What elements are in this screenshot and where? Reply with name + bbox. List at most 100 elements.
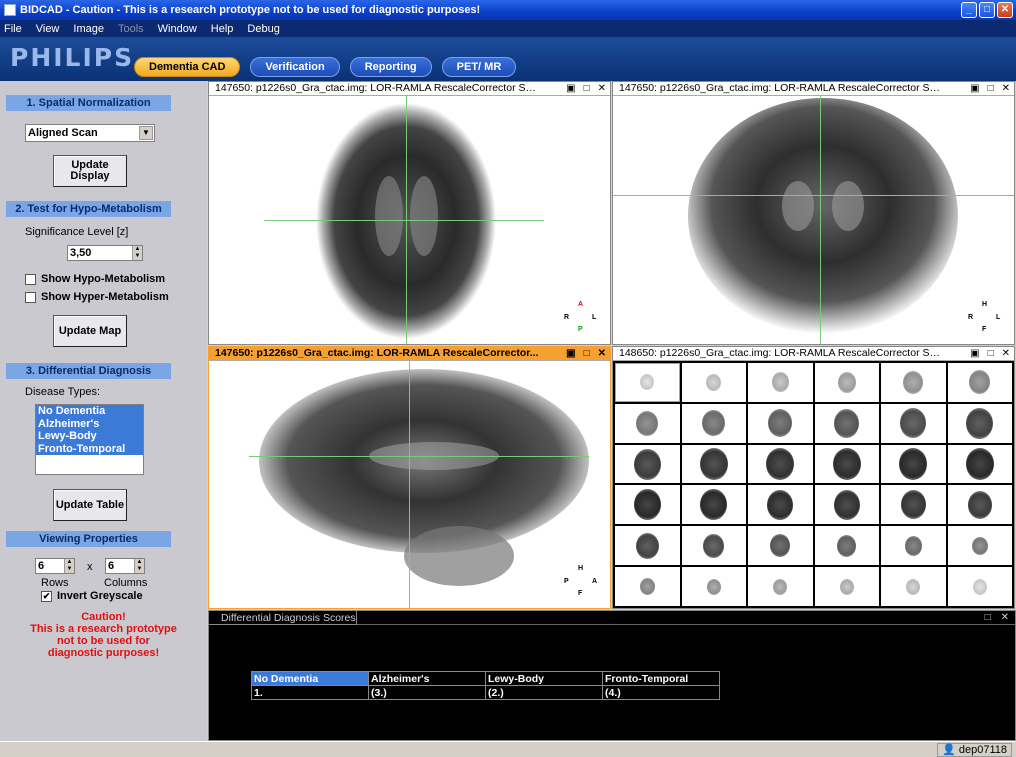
close-icon[interactable]: ✕ <box>598 82 606 95</box>
menu-window[interactable]: Window <box>158 23 197 35</box>
slice-thumbnail[interactable] <box>881 403 946 443</box>
disease-item-lewy-body[interactable]: Lewy-Body <box>36 430 143 443</box>
maximize-icon[interactable]: □ <box>985 612 991 623</box>
viewport-sagittal[interactable]: 147650: p1226s0_Gra_ctac.img: LOR-RAMLA … <box>208 346 611 609</box>
slice-thumbnail[interactable] <box>615 444 680 484</box>
checkbox-box[interactable] <box>25 291 36 303</box>
close-icon[interactable]: ✕ <box>598 347 606 360</box>
slice-thumbnail[interactable] <box>681 567 746 606</box>
slice-thumbnail[interactable] <box>748 403 813 443</box>
spin-down-icon[interactable]: ▼ <box>132 253 142 260</box>
close-button[interactable]: ✕ <box>997 2 1013 18</box>
maximize-icon[interactable]: □ <box>584 347 590 360</box>
disease-item-no-dementia[interactable]: No Dementia <box>36 405 143 418</box>
slice-thumbnail[interactable] <box>748 567 813 606</box>
show-hypo-checkbox[interactable]: Show Hypo-Metabolism <box>25 273 165 285</box>
viewport-coronal[interactable]: 147650: p1226s0_Gra_ctac.img: LOR-RAMLA … <box>612 81 1015 345</box>
menu-debug[interactable]: Debug <box>247 23 279 35</box>
slice-thumbnail[interactable] <box>814 403 879 443</box>
slice-thumbnail[interactable] <box>615 363 680 402</box>
slice-thumbnail[interactable] <box>814 526 879 566</box>
checkbox-box[interactable] <box>25 273 36 285</box>
maximize-button[interactable]: □ <box>979 2 995 18</box>
spin-down-icon[interactable]: ▼ <box>64 566 74 573</box>
slice-thumbnail[interactable] <box>615 567 680 606</box>
significance-spinner[interactable]: 3,50 ▲ ▼ <box>67 245 143 261</box>
slice-thumbnail[interactable] <box>881 567 946 606</box>
slice-thumbnail[interactable] <box>947 403 1012 443</box>
scan-select[interactable]: Aligned Scan ▼ <box>25 124 155 142</box>
maximize-icon[interactable]: □ <box>988 82 994 95</box>
axial-image[interactable]: A R L P <box>209 96 610 344</box>
slice-grid[interactable] <box>613 361 1014 608</box>
close-icon[interactable]: ✕ <box>1001 612 1009 623</box>
slice-thumbnail[interactable] <box>615 526 680 566</box>
invert-greyscale-checkbox[interactable]: ✔ Invert Greyscale <box>41 590 143 602</box>
tile-icon[interactable]: ▣ <box>566 82 575 95</box>
spin-down-icon[interactable]: ▼ <box>134 566 144 573</box>
maximize-icon[interactable]: □ <box>584 82 590 95</box>
menu-help[interactable]: Help <box>211 23 234 35</box>
slice-thumbnail[interactable] <box>881 444 946 484</box>
slice-thumbnail[interactable] <box>814 567 879 606</box>
slice-thumbnail[interactable] <box>681 526 746 566</box>
tile-icon[interactable]: ▣ <box>970 347 979 360</box>
update-map-button[interactable]: Update Map <box>53 315 127 347</box>
slice-thumbnail[interactable] <box>947 567 1012 606</box>
slice-thumbnail[interactable] <box>681 363 746 402</box>
header-alzheimers[interactable]: Alzheimer's <box>368 671 486 686</box>
header-no-dementia[interactable]: No Dementia <box>251 671 369 686</box>
slice-thumbnail[interactable] <box>681 485 746 525</box>
close-icon[interactable]: ✕ <box>1002 82 1010 95</box>
slice-thumbnail[interactable] <box>947 363 1012 402</box>
checkbox-checked-icon[interactable]: ✔ <box>41 590 52 602</box>
tab-reporting[interactable]: Reporting <box>349 57 432 77</box>
maximize-icon[interactable]: □ <box>988 347 994 360</box>
menu-view[interactable]: View <box>36 23 60 35</box>
tile-icon[interactable]: ▣ <box>566 347 575 360</box>
update-table-button[interactable]: Update Table <box>53 489 127 521</box>
columns-spinner[interactable]: 6 ▲ ▼ <box>105 558 145 574</box>
rows-spinner[interactable]: 6 ▲ ▼ <box>35 558 75 574</box>
spin-up-icon[interactable]: ▲ <box>132 246 142 253</box>
slice-thumbnail[interactable] <box>814 485 879 525</box>
tab-dementia-cad[interactable]: Dementia CAD <box>134 57 241 77</box>
slice-thumbnail[interactable] <box>881 526 946 566</box>
slice-thumbnail[interactable] <box>814 363 879 402</box>
tab-pet-mr[interactable]: PET/ MR <box>441 57 517 77</box>
slice-thumbnail[interactable] <box>748 363 813 402</box>
slice-thumbnail[interactable] <box>881 363 946 402</box>
sagittal-image[interactable]: H P A F <box>209 361 610 608</box>
slice-thumbnail[interactable] <box>947 444 1012 484</box>
slice-thumbnail[interactable] <box>814 444 879 484</box>
chevron-down-icon[interactable]: ▼ <box>139 126 153 140</box>
slice-thumbnail[interactable] <box>681 403 746 443</box>
disease-item-alzheimers[interactable]: Alzheimer's <box>36 417 143 430</box>
slice-thumbnail[interactable] <box>615 485 680 525</box>
spin-up-icon[interactable]: ▲ <box>134 559 144 566</box>
tab-verification[interactable]: Verification <box>250 57 340 77</box>
slice-thumbnail[interactable] <box>748 485 813 525</box>
minimize-button[interactable]: _ <box>961 2 977 18</box>
coronal-image[interactable]: H R L F <box>613 96 1014 344</box>
menu-image[interactable]: Image <box>73 23 104 35</box>
slice-thumbnail[interactable] <box>681 444 746 484</box>
slice-thumbnail[interactable] <box>947 485 1012 525</box>
tab-differential-diagnosis-scores[interactable]: Differential Diagnosis Scores <box>209 611 357 625</box>
show-hyper-checkbox[interactable]: Show Hyper-Metabolism <box>25 291 169 303</box>
tile-icon[interactable]: ▣ <box>970 82 979 95</box>
slice-thumbnail[interactable] <box>947 526 1012 566</box>
disease-list[interactable]: No Dementia Alzheimer's Lewy-Body Fronto… <box>35 404 144 475</box>
slice-thumbnail[interactable] <box>748 526 813 566</box>
viewport-slice-grid[interactable]: 148650: p1226s0_Gra_ctac.img: LOR-RAMLA … <box>612 346 1015 609</box>
viewport-axial[interactable]: 147650: p1226s0_Gra_ctac.img: LOR-RAMLA … <box>208 81 611 345</box>
disease-item-fronto-temporal[interactable]: Fronto-Temporal <box>36 442 143 455</box>
slice-thumbnail[interactable] <box>748 444 813 484</box>
close-icon[interactable]: ✕ <box>1002 347 1010 360</box>
spin-up-icon[interactable]: ▲ <box>64 559 74 566</box>
slice-thumbnail[interactable] <box>615 403 680 443</box>
update-display-button[interactable]: Update Display <box>53 155 127 187</box>
menu-file[interactable]: File <box>4 23 22 35</box>
header-lewy-body[interactable]: Lewy-Body <box>485 671 603 686</box>
header-fronto-temporal[interactable]: Fronto-Temporal <box>602 671 720 686</box>
